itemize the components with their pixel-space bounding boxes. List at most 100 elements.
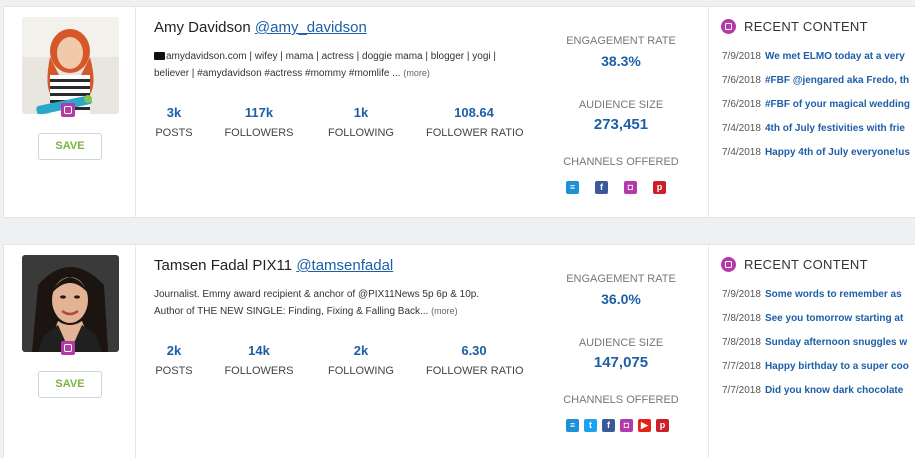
instagram-icon (61, 103, 75, 117)
profile-details: Amy Davidson @amy_davidson amydavidson.c… (136, 7, 709, 217)
profile-details: Tamsen Fadal PIX11 @tamsenfadal Journali… (136, 245, 709, 458)
profile-column: SAVE (4, 7, 136, 217)
stat-label: FOLLOWERS (224, 365, 294, 377)
audience-size-value: 147,075 (593, 354, 649, 371)
post-text[interactable]: Sunday afternoon snuggles w (765, 337, 907, 348)
post-text[interactable]: We met ELMO today at a very (765, 51, 905, 62)
bio-line-1: Journalist. Emmy award recipient & ancho… (154, 289, 480, 300)
bio-line-1: amydavidson.com | wifey | mama | actress… (166, 51, 496, 62)
profile-column: SAVE (4, 245, 136, 458)
recent-content-header: RECENT CONTENT (721, 19, 868, 34)
audience-size-label: AUDIENCE SIZE (578, 337, 664, 349)
stat-posts: 2k POSTS (154, 343, 194, 377)
post-text[interactable]: Happy 4th of July everyone!us (765, 147, 910, 158)
recent-content-title: RECENT CONTENT (744, 257, 868, 272)
post-date: 7/6/2018 (722, 99, 761, 110)
profile-handle-link[interactable]: @amy_davidson (255, 19, 367, 36)
bio-line-2: believer | #amydavidson #actress #mommy … (154, 68, 401, 79)
instagram-icon[interactable]: ◘ (620, 419, 633, 432)
website-icon[interactable]: ≡ (566, 181, 579, 194)
engagement-rate-value: 38.3% (601, 53, 641, 69)
recent-content-title: RECENT CONTENT (744, 19, 868, 34)
instagram-icon (721, 257, 736, 272)
list-item[interactable]: 7/7/2018 Happy birthday to a super coo (722, 361, 909, 385)
stat-follower-ratio: 6.30 FOLLOWER RATIO (426, 343, 524, 377)
pinterest-icon[interactable]: p (656, 419, 669, 432)
list-item[interactable]: 7/9/2018 We met ELMO today at a very (722, 51, 910, 75)
list-item[interactable]: 7/4/2018 Happy 4th of July everyone!us (722, 147, 910, 171)
influencer-card: SAVE Amy Davidson @amy_davidson amydavid… (3, 6, 915, 218)
youtube-icon[interactable]: ▶ (638, 419, 651, 432)
profile-name-row: Tamsen Fadal PIX11 @tamsenfadal (154, 257, 393, 274)
avatar[interactable] (22, 17, 119, 114)
stat-value: 117k (244, 105, 274, 120)
post-date: 7/8/2018 (722, 337, 761, 348)
stat-label: POSTS (155, 365, 193, 377)
stat-following: 1k FOLLOWING (326, 105, 396, 139)
profile-name-row: Amy Davidson @amy_davidson (154, 19, 367, 36)
engagement-rate-label: ENGAGEMENT RATE (566, 273, 676, 285)
engagement-rate-label: ENGAGEMENT RATE (566, 35, 676, 47)
facebook-icon[interactable]: f (602, 419, 615, 432)
list-item[interactable]: 7/8/2018 See you tomorrow starting at (722, 313, 909, 337)
website-icon[interactable]: ≡ (566, 419, 579, 432)
instagram-icon (721, 19, 736, 34)
profile-bio: amydavidson.com | wifey | mama | actress… (154, 49, 519, 82)
channels-list: ≡ f ◘ p (566, 181, 666, 194)
list-item[interactable]: 7/6/2018 #FBF @jengared aka Fredo, th (722, 75, 910, 99)
stat-label: FOLLOWING (327, 365, 394, 377)
stat-value: 108.64 (454, 105, 494, 120)
post-text[interactable]: See you tomorrow starting at (765, 313, 903, 324)
post-text[interactable]: Some words to remember as (765, 289, 902, 300)
stat-value: 14k (248, 343, 270, 358)
post-text[interactable]: Happy birthday to a super coo (765, 361, 909, 372)
post-date: 7/4/2018 (722, 123, 761, 134)
post-text[interactable]: #FBF @jengared aka Fredo, th (765, 75, 909, 86)
post-text[interactable]: #FBF of your magical wedding (765, 99, 910, 110)
post-date: 7/4/2018 (722, 147, 761, 158)
recent-content-panel: RECENT CONTENT 7/9/2018 We met ELMO today… (709, 7, 915, 217)
profile-handle-link[interactable]: @tamsenfadal (296, 257, 393, 274)
post-text[interactable]: Did you know dark chocolate (765, 385, 903, 396)
facebook-icon[interactable]: f (595, 181, 608, 194)
laptop-icon (154, 52, 165, 60)
list-item[interactable]: 7/7/2018 Did you know dark chocolate (722, 385, 909, 409)
stat-posts: 3k POSTS (154, 105, 194, 139)
instagram-icon[interactable]: ◘ (624, 181, 637, 194)
stat-followers: 117k FOLLOWERS (224, 105, 294, 139)
profile-name: Amy Davidson (154, 19, 251, 36)
save-button[interactable]: SAVE (38, 371, 102, 398)
post-date: 7/7/2018 (722, 361, 761, 372)
list-item[interactable]: 7/6/2018 #FBF of your magical wedding (722, 99, 910, 123)
stat-label: POSTS (155, 127, 193, 139)
post-date: 7/7/2018 (722, 385, 761, 396)
twitter-icon[interactable]: t (584, 419, 597, 432)
stat-value: 1k (353, 105, 369, 120)
audience-size-value: 273,451 (593, 116, 649, 133)
list-item[interactable]: 7/4/2018 4th of July festivities with fri… (722, 123, 910, 147)
influencer-card: SAVE Tamsen Fadal PIX11 @tamsenfadal Jou… (3, 244, 915, 458)
more-link[interactable]: (more) (431, 306, 458, 316)
list-item[interactable]: 7/8/2018 Sunday afternoon snuggles w (722, 337, 909, 361)
avatar[interactable] (22, 255, 119, 352)
more-link[interactable]: (more) (403, 68, 430, 78)
recent-content-list: 7/9/2018 We met ELMO today at a very 7/6/… (722, 51, 910, 171)
save-button[interactable]: SAVE (38, 133, 102, 160)
channels-offered-label: CHANNELS OFFERED (563, 156, 679, 168)
stat-following: 2k FOLLOWING (326, 343, 396, 377)
stat-followers: 14k FOLLOWERS (224, 343, 294, 377)
post-date: 7/9/2018 (722, 51, 761, 62)
bio-line-2: Author of THE NEW SINGLE: Finding, Fixin… (154, 306, 429, 317)
stat-label: FOLLOWING (327, 127, 394, 139)
post-text[interactable]: 4th of July festivities with frie (765, 123, 905, 134)
post-date: 7/6/2018 (722, 75, 761, 86)
recent-content-panel: RECENT CONTENT 7/9/2018 Some words to rem… (709, 245, 915, 458)
stat-value: 6.30 (461, 343, 487, 358)
stat-follower-ratio: 108.64 FOLLOWER RATIO (426, 105, 524, 139)
post-date: 7/8/2018 (722, 313, 761, 324)
list-item[interactable]: 7/9/2018 Some words to remember as (722, 289, 909, 313)
channels-list: ≡ t f ◘ ▶ p (566, 419, 669, 432)
channels-offered-label: CHANNELS OFFERED (563, 394, 679, 406)
audience-size-label: AUDIENCE SIZE (578, 99, 664, 111)
pinterest-icon[interactable]: p (653, 181, 666, 194)
